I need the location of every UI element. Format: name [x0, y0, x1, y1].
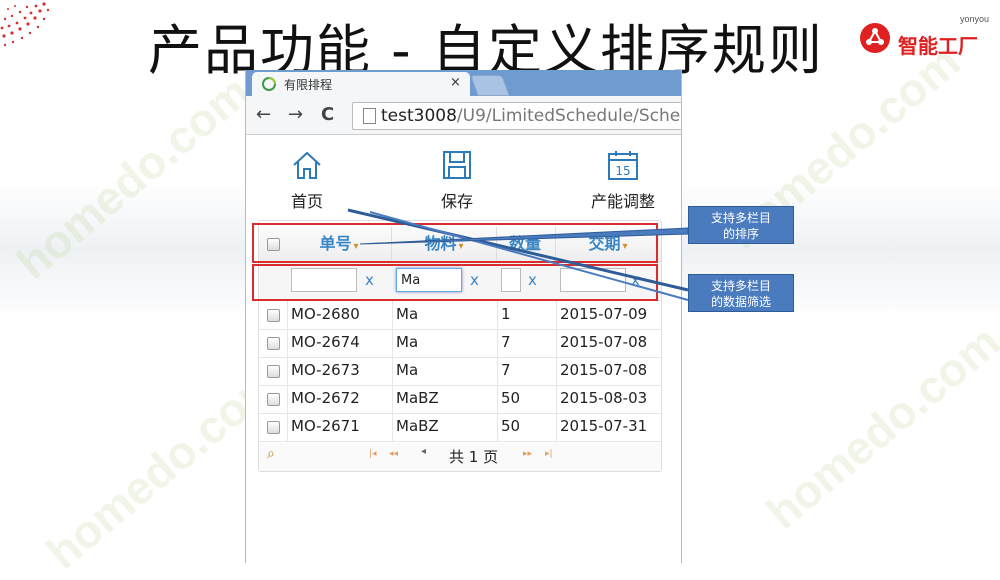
cell-quantity: 1 — [501, 305, 511, 323]
cell-material: Ma — [396, 361, 419, 379]
cell-due-date: 2015-07-31 — [560, 417, 648, 435]
row-checkbox[interactable] — [267, 309, 280, 322]
cell-order-no: MO-2674 — [291, 333, 360, 351]
callout-text: 的数据筛选 — [710, 295, 771, 309]
cell-order-no: MO-2673 — [291, 361, 360, 379]
last-page-icon[interactable]: ▸| — [545, 449, 553, 459]
navigation-bar: ← → C test3008/U9/LimitedSchedule/Sche — [246, 96, 681, 135]
save-button[interactable]: 保存 — [436, 148, 478, 212]
brand-icon — [860, 23, 890, 53]
brand-subtitle: yonyou — [960, 14, 990, 24]
cell-order-no: MO-2680 — [291, 305, 360, 323]
cell-due-date: 2015-07-08 — [560, 333, 648, 351]
watermark: homedo.com — [756, 315, 1000, 539]
cell-material: Ma — [396, 333, 419, 351]
home-button[interactable]: 首页 — [286, 148, 328, 212]
cell-quantity: 7 — [501, 361, 511, 379]
reload-icon[interactable]: C — [321, 104, 334, 125]
cell-order-no: MO-2672 — [291, 389, 360, 407]
url-path: /U9/LimitedSchedule/Sche — [456, 106, 681, 126]
new-tab-button[interactable] — [470, 75, 510, 96]
page-icon — [363, 108, 376, 124]
tab-bar: 有限排程 × — [246, 70, 681, 96]
cell-order-no: MO-2671 — [291, 417, 360, 435]
table-row[interactable]: MO-2672 MaBZ 50 2015-08-03 — [259, 385, 661, 414]
tab-title: 有限排程 — [284, 78, 333, 92]
callout-text: 支持多栏目 — [710, 279, 771, 293]
page-arrow-icon: ◂ — [421, 446, 427, 457]
row-checkbox[interactable] — [267, 393, 280, 406]
first-page-icon[interactable]: |◂ — [369, 449, 377, 459]
browser-tab[interactable]: 有限排程 × — [252, 72, 470, 96]
brand-name: 智能工厂 — [898, 34, 978, 58]
next-page-icon[interactable]: ▸▸ — [523, 449, 532, 459]
table-row[interactable]: MO-2674 Ma 7 2015-07-08 — [259, 329, 661, 358]
filter-highlight-box — [252, 264, 658, 301]
home-icon — [293, 151, 321, 179]
sort-callout: 支持多栏目 的排序 — [688, 206, 794, 244]
table-row[interactable]: MO-2680 Ma 1 2015-07-09 — [259, 301, 661, 330]
forward-icon[interactable]: → — [288, 104, 303, 125]
row-checkbox[interactable] — [267, 421, 280, 434]
filter-callout: 支持多栏目 的数据筛选 — [688, 274, 794, 312]
calendar-icon: 15 — [608, 151, 638, 180]
url-text: test3008/U9/LimitedSchedule/Sche — [381, 106, 680, 126]
header-highlight-box — [252, 223, 658, 263]
cell-material: MaBZ — [396, 417, 439, 435]
save-label: 保存 — [440, 192, 473, 211]
table-row[interactable]: MO-2673 Ma 7 2015-07-08 — [259, 357, 661, 386]
table-row[interactable]: MO-2671 MaBZ 50 2015-07-31 — [259, 413, 661, 442]
tab-close-icon[interactable]: × — [450, 75, 461, 90]
callout-text: 的排序 — [722, 227, 759, 241]
app-toolbar: 首页 保存 15 产能调整 — [246, 134, 681, 214]
save-icon — [443, 151, 471, 179]
cell-quantity: 50 — [501, 389, 521, 407]
url-host: test3008 — [381, 106, 457, 126]
capacity-adjust-label: 产能调整 — [590, 192, 655, 211]
back-icon[interactable]: ← — [256, 104, 271, 125]
cell-material: Ma — [396, 305, 419, 323]
capacity-adjust-button[interactable]: 15 产能调整 — [586, 148, 660, 212]
row-checkbox[interactable] — [267, 337, 280, 350]
calendar-day: 15 — [615, 164, 630, 178]
cell-material: MaBZ — [396, 389, 439, 407]
app-favicon-icon — [262, 77, 276, 91]
cell-due-date: 2015-07-09 — [560, 305, 648, 323]
search-icon[interactable]: ⌕ — [267, 446, 275, 462]
prev-page-icon[interactable]: ◂◂ — [389, 449, 398, 459]
callout-text: 支持多栏目 — [710, 211, 771, 225]
brand-logo: yonyou 智能工厂 — [858, 12, 1000, 62]
cell-due-date: 2015-08-03 — [560, 389, 648, 407]
cell-quantity: 7 — [501, 333, 511, 351]
pagination-bar: ⌕ |◂ ◂◂ ◂ 共 1 页 ▸▸ ▸| — [259, 443, 661, 471]
cell-quantity: 50 — [501, 417, 521, 435]
decorative-dots — [0, 2, 50, 47]
home-label: 首页 — [290, 192, 323, 211]
cell-due-date: 2015-07-08 — [560, 361, 648, 379]
address-bar[interactable]: test3008/U9/LimitedSchedule/Sche — [352, 102, 681, 130]
browser-window: 有限排程 × ← → C test3008/U9/LimitedSchedule… — [245, 70, 682, 563]
page-count: 共 1 页 — [449, 448, 499, 466]
row-checkbox[interactable] — [267, 365, 280, 378]
